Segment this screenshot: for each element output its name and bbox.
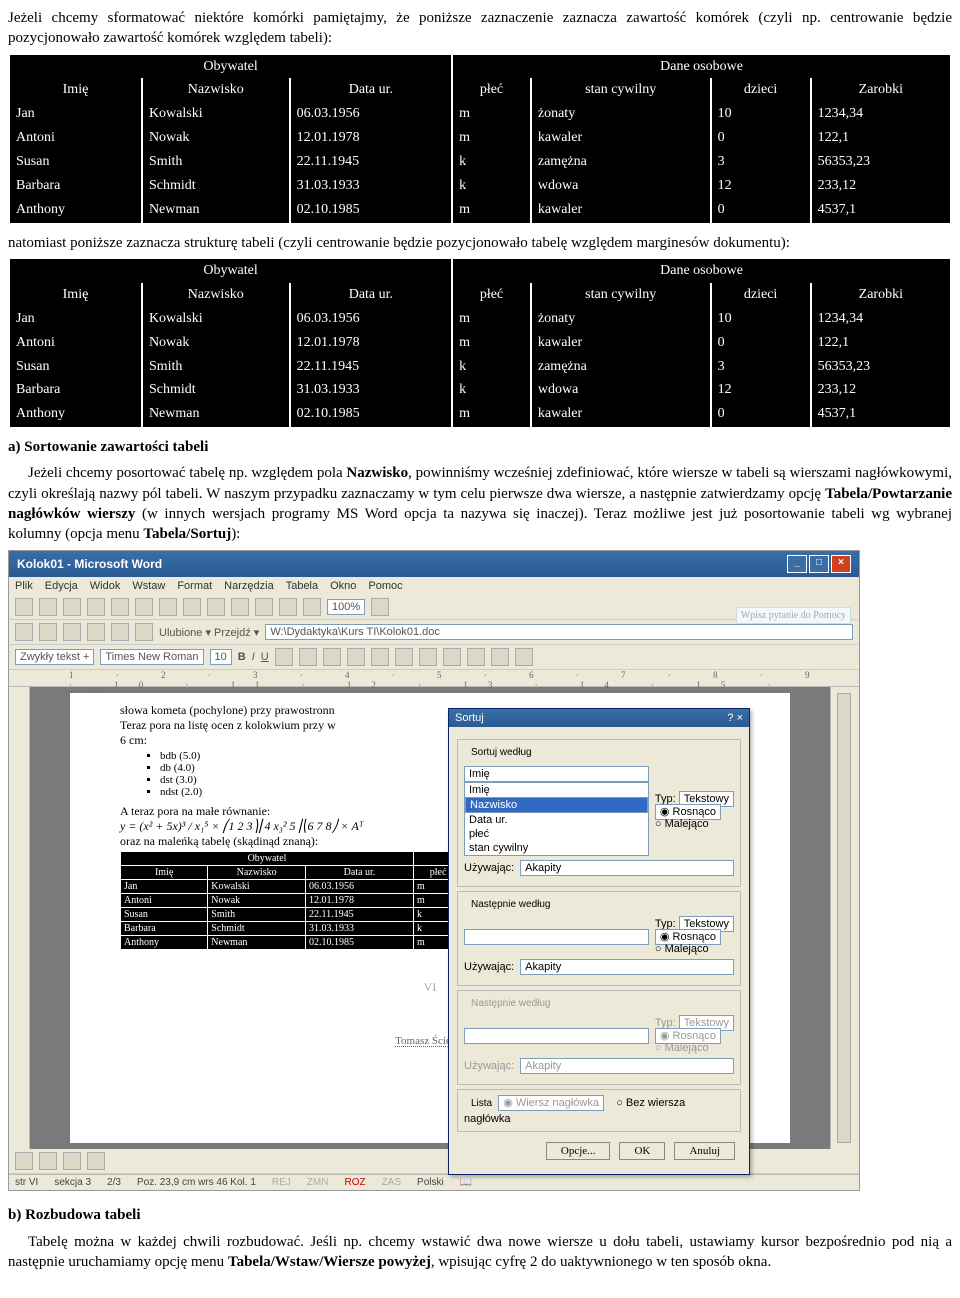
paragraph-middle: natomiast poniższe zaznacza strukturę ta… xyxy=(8,233,952,253)
table-row: AnthonyNewman02.10.1985mkawaler04537,1 xyxy=(9,198,951,222)
table-row: BarbaraSchmidt31.03.1933kwdowa12233,12 xyxy=(9,174,951,198)
cancel-button[interactable]: Anuluj xyxy=(674,1142,735,1160)
zoom-field[interactable]: 100% xyxy=(327,599,365,615)
copy-icon[interactable] xyxy=(183,598,201,616)
forward-icon[interactable] xyxy=(39,623,57,641)
underline-button[interactable]: U xyxy=(261,651,269,663)
new-icon[interactable] xyxy=(15,598,33,616)
ruler-horizontal: 1 · 2 · 3 · 4 · 5 · 6 · 7 · 8 · 9 · 10 ·… xyxy=(9,670,859,687)
open-icon[interactable] xyxy=(39,598,57,616)
print-view-icon[interactable] xyxy=(63,1152,81,1170)
indent-icon[interactable] xyxy=(443,648,461,666)
table-row: AntoniNowak12.01.1978mkawaler0122,1 xyxy=(9,127,951,151)
home-icon[interactable] xyxy=(111,623,129,641)
section-a-title: a) Sortowanie zawartości tabeli xyxy=(8,437,952,457)
table-row: JanKowalski06.03.1956mżonaty101234,34 xyxy=(9,103,951,127)
desc-radio[interactable]: Malejąco xyxy=(655,818,709,830)
cut-icon[interactable] xyxy=(159,598,177,616)
maximize-icon[interactable]: □ xyxy=(809,555,829,573)
sort-field-1[interactable]: Imię xyxy=(464,766,649,782)
columns-icon[interactable] xyxy=(303,598,321,616)
status-bar: str VI sekcja 3 2/3 Poz. 23,9 cm wrs 46 … xyxy=(9,1174,859,1190)
dialog-close-icon[interactable]: ? × xyxy=(727,712,743,724)
align-justify-icon[interactable] xyxy=(347,648,365,666)
section-a-body: Jeżeli chcemy posortować tabelę np. wzgl… xyxy=(8,463,952,544)
preview-icon[interactable] xyxy=(111,598,129,616)
bold-button[interactable]: B xyxy=(238,651,246,663)
paste-icon[interactable] xyxy=(207,598,225,616)
book-icon[interactable]: 📖 xyxy=(460,1177,472,1188)
word-screenshot: Kolok01 - Microsoft Word _ □ × PlikEdycj… xyxy=(8,550,860,1191)
outdent-icon[interactable] xyxy=(419,648,437,666)
window-title: Kolok01 - Microsoft Word xyxy=(17,557,162,571)
style-field[interactable]: Zwykły tekst + xyxy=(15,649,94,665)
bullets-icon[interactable] xyxy=(395,648,413,666)
save-icon[interactable] xyxy=(63,598,81,616)
italic-button[interactable]: I xyxy=(252,651,255,663)
borders-icon[interactable] xyxy=(467,648,485,666)
outline-view-icon[interactable] xyxy=(87,1152,105,1170)
section-b-body: Tabelę można w każdej chwili rozbudować.… xyxy=(8,1232,952,1273)
sort-field-2[interactable] xyxy=(464,929,649,945)
help-icon[interactable] xyxy=(371,598,389,616)
window-titlebar: Kolok01 - Microsoft Word _ □ × xyxy=(9,551,859,577)
table-icon[interactable] xyxy=(279,598,297,616)
align-right-icon[interactable] xyxy=(323,648,341,666)
help-search[interactable]: Wpisz pytanie do Pomocy xyxy=(736,607,851,624)
normal-view-icon[interactable] xyxy=(15,1152,33,1170)
minimize-icon[interactable]: _ xyxy=(787,555,807,573)
size-field[interactable]: 10 xyxy=(210,649,232,665)
table-row: SusanSmith22.11.1945kzamężna356353,23 xyxy=(9,355,951,379)
menu-bar[interactable]: PlikEdycjaWidokWstawFormatNarzędziaTabel… xyxy=(9,577,859,595)
table-row: AnthonyNewman02.10.1985mkawaler04537,1 xyxy=(9,403,951,427)
table-row: JanKowalski06.03.1956mżonaty101234,34 xyxy=(9,307,951,331)
standard-toolbar[interactable]: 100% xyxy=(9,595,859,620)
web-view-icon[interactable] xyxy=(39,1152,57,1170)
options-button[interactable]: Opcje... xyxy=(546,1142,611,1160)
using-field-1[interactable]: Akapity xyxy=(520,860,734,876)
scrollbar-vertical[interactable] xyxy=(830,687,859,1149)
search-icon[interactable] xyxy=(135,623,153,641)
refresh-icon[interactable] xyxy=(87,623,105,641)
ruler-vertical xyxy=(9,687,30,1149)
address-field[interactable]: W:\Dydaktyka\Kurs TI\Kolok01.doc xyxy=(265,624,853,640)
format-toolbar[interactable]: Zwykły tekst + Times New Roman 10 B I U xyxy=(9,645,859,670)
header-row-radio: Wiersz nagłówka xyxy=(498,1095,604,1111)
section-b-title: b) Rozbudowa tabeli xyxy=(8,1205,952,1225)
example-table-2: ObywatelDane osobowe ImięNazwiskoData ur… xyxy=(8,259,952,427)
spell-icon[interactable] xyxy=(135,598,153,616)
align-center-icon[interactable] xyxy=(299,648,317,666)
back-icon[interactable] xyxy=(15,623,33,641)
fontcolor-icon[interactable] xyxy=(515,648,533,666)
close-icon[interactable]: × xyxy=(831,555,851,573)
document-page[interactable]: słowa kometa (pochylone) przy prawostron… xyxy=(70,693,790,1143)
print-icon[interactable] xyxy=(87,598,105,616)
stop-icon[interactable] xyxy=(63,623,81,641)
table-row: AntoniNowak12.01.1978mkawaler0122,1 xyxy=(9,331,951,355)
numbering-icon[interactable] xyxy=(371,648,389,666)
example-table-1: ObywatelDane osobowe ImięNazwiskoData ur… xyxy=(8,55,952,223)
table-row: SusanSmith22.11.1945kzamężna356353,23 xyxy=(9,151,951,175)
undo-icon[interactable] xyxy=(231,598,249,616)
redo-icon[interactable] xyxy=(255,598,273,616)
font-field[interactable]: Times New Roman xyxy=(100,649,203,665)
ok-button[interactable]: OK xyxy=(619,1142,665,1160)
sort-field-3 xyxy=(464,1028,649,1044)
paragraph-intro: Jeżeli chcemy sformatować niektóre komór… xyxy=(8,8,952,49)
sort-dialog: Sortuj? × Sortuj według Imię Imię Nazwis… xyxy=(448,708,750,1175)
table-row: BarbaraSchmidt31.03.1933kwdowa12233,12 xyxy=(9,379,951,403)
web-toolbar[interactable]: Ulubione ▾ Przejdź ▾ W:\Dydaktyka\Kurs T… xyxy=(9,620,859,645)
highlight-icon[interactable] xyxy=(491,648,509,666)
dialog-title: Sortuj xyxy=(455,712,484,724)
align-left-icon[interactable] xyxy=(275,648,293,666)
